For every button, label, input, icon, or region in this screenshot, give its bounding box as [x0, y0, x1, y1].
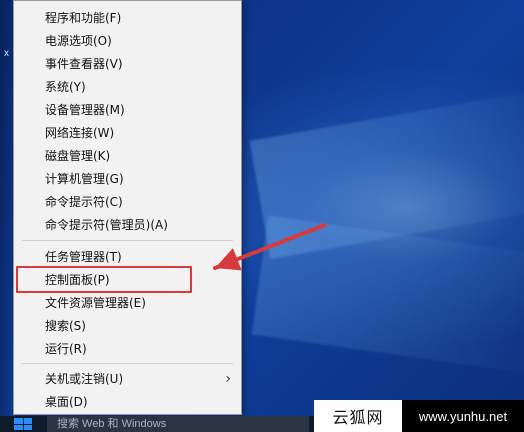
desktop-left-edge [0, 0, 12, 432]
watermark-left-text: 云狐网 [314, 400, 402, 432]
menu-item-shutdown-or-sign-out[interactable]: 关机或注销(U) › [14, 368, 241, 391]
menu-group-system-tools: 程序和功能(F) 电源选项(O) 事件查看器(V) 系统(Y) 设备管理器(M)… [14, 7, 241, 237]
menu-item-device-manager[interactable]: 设备管理器(M) [14, 99, 241, 122]
highlight-box-control-panel [16, 266, 192, 293]
menu-item-programs-and-features[interactable]: 程序和功能(F) [14, 7, 241, 30]
menu-group-session: 关机或注销(U) › 桌面(D) [14, 368, 241, 414]
menu-item-disk-management[interactable]: 磁盘管理(K) [14, 145, 241, 168]
win-x-context-menu: 程序和功能(F) 电源选项(O) 事件查看器(V) 系统(Y) 设备管理器(M)… [13, 0, 242, 415]
menu-item-network-connections[interactable]: 网络连接(W) [14, 122, 241, 145]
menu-item-command-prompt-admin[interactable]: 命令提示符(管理员)(A) [14, 214, 241, 237]
desktop-left-fragment: x [4, 48, 9, 59]
menu-separator [22, 363, 233, 364]
menu-group-utilities: 任务管理器(T) 控制面板(P) 文件资源管理器(E) 搜索(S) 运行(R) [14, 246, 241, 361]
menu-item-command-prompt[interactable]: 命令提示符(C) [14, 191, 241, 214]
menu-item-shutdown-label: 关机或注销(U) [45, 372, 124, 386]
menu-separator [22, 240, 233, 241]
menu-item-computer-management[interactable]: 计算机管理(G) [14, 168, 241, 191]
menu-item-desktop[interactable]: 桌面(D) [14, 391, 241, 414]
desktop-light-beam [251, 215, 524, 379]
menu-item-power-options[interactable]: 电源选项(O) [14, 30, 241, 53]
menu-item-system[interactable]: 系统(Y) [14, 76, 241, 99]
site-watermark: 云狐网 www.yunhu.net [314, 400, 524, 432]
menu-item-run[interactable]: 运行(R) [14, 338, 241, 361]
menu-item-event-viewer[interactable]: 事件查看器(V) [14, 53, 241, 76]
taskbar-search-input[interactable]: 搜索 Web 和 Windows [47, 416, 309, 432]
chevron-right-icon: › [225, 371, 231, 387]
windows-start-icon[interactable] [14, 418, 32, 430]
watermark-right-text: www.yunhu.net [402, 400, 524, 432]
menu-item-search[interactable]: 搜索(S) [14, 315, 241, 338]
menu-item-file-explorer[interactable]: 文件资源管理器(E) [14, 292, 241, 315]
